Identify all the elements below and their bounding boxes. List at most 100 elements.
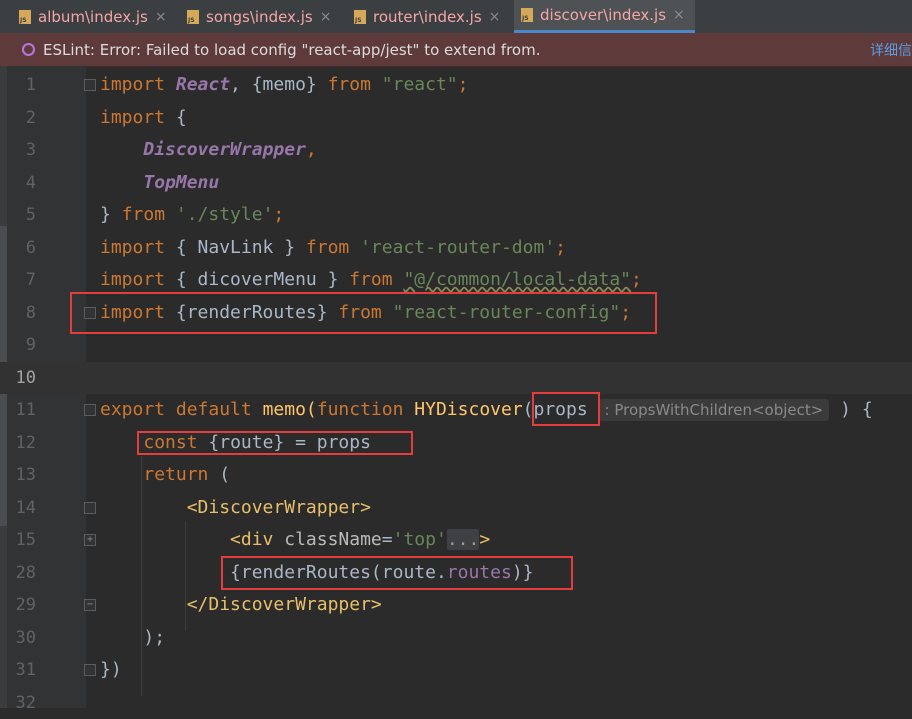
keyword: from bbox=[122, 204, 176, 225]
line-number: 30 bbox=[0, 622, 36, 655]
highlight-box-import-renderroutes bbox=[70, 292, 657, 334]
indent bbox=[100, 594, 187, 615]
tab-label: router\index.js bbox=[373, 8, 482, 26]
code-token: } bbox=[100, 204, 122, 225]
function-name: HYDiscover bbox=[414, 399, 522, 420]
code-line-10: 10 bbox=[0, 362, 912, 395]
code-line-30: 30 ); bbox=[0, 622, 912, 655]
line-number: 2 bbox=[0, 102, 36, 135]
expand-icon[interactable]: + bbox=[84, 534, 96, 546]
line-number: 3 bbox=[0, 134, 36, 167]
line-number: 10 bbox=[0, 362, 36, 395]
js-file-icon bbox=[521, 8, 533, 22]
code-text: } from './style'; bbox=[100, 199, 284, 232]
line-number: 5 bbox=[0, 199, 36, 232]
code-line-29: 29 </DiscoverWrapper> bbox=[0, 589, 912, 622]
code-text: ); bbox=[100, 622, 165, 655]
code-token: ) { bbox=[829, 399, 872, 420]
jsx-tag: <div bbox=[230, 529, 284, 550]
highlight-box-props-param bbox=[532, 392, 600, 426]
semicolon: ; bbox=[555, 237, 566, 258]
jsx-tag: > bbox=[479, 529, 490, 550]
keyword: from bbox=[306, 237, 360, 258]
tab-label: discover\index.js bbox=[540, 6, 666, 24]
string-literal: "@/common/local-data" bbox=[403, 269, 631, 290]
string-literal: 'react-router-dom' bbox=[360, 237, 555, 258]
keyword: return bbox=[143, 464, 219, 485]
tab-label: album\index.js bbox=[38, 8, 148, 26]
highlight-box-const-route bbox=[137, 431, 413, 455]
code-text: import { bbox=[100, 102, 187, 135]
fold-marker-icon[interactable]: − bbox=[84, 599, 96, 611]
collapsed-region[interactable]: ... bbox=[447, 529, 480, 550]
keyword: import bbox=[100, 74, 176, 95]
js-file-icon bbox=[354, 10, 366, 24]
code-text: <DiscoverWrapper> bbox=[100, 492, 371, 525]
identifier: React bbox=[176, 74, 230, 95]
keyword: import bbox=[100, 107, 176, 128]
parameter-type-hint: : PropsWithChildren<object> bbox=[599, 399, 830, 421]
code-token: }) bbox=[100, 659, 122, 680]
code-line-1: 1 import React, {memo} from "react"; bbox=[0, 69, 912, 102]
line-number: 8 bbox=[0, 297, 36, 330]
tab-album-index[interactable]: album\index.js × bbox=[12, 0, 167, 33]
keyword: from bbox=[349, 269, 403, 290]
code-token: { bbox=[176, 107, 187, 128]
code-token: ( bbox=[219, 464, 230, 485]
keyword: function bbox=[317, 399, 415, 420]
code-line-14: 14 <DiscoverWrapper> bbox=[0, 492, 912, 525]
eslint-icon bbox=[22, 43, 35, 56]
line-number: 6 bbox=[0, 232, 36, 265]
code-token: ); bbox=[143, 627, 165, 648]
close-icon[interactable]: × bbox=[155, 9, 167, 25]
details-link[interactable]: 详细信 bbox=[870, 40, 912, 60]
line-number: 9 bbox=[0, 329, 36, 362]
semicolon: ; bbox=[631, 269, 642, 290]
close-icon[interactable]: × bbox=[489, 9, 501, 25]
code-editor[interactable]: 1 import React, {memo} from "react"; 2 i… bbox=[0, 66, 912, 708]
semicolon: ; bbox=[273, 204, 284, 225]
fold-marker-icon[interactable] bbox=[84, 79, 96, 91]
close-icon[interactable]: × bbox=[320, 9, 332, 25]
indent bbox=[100, 627, 143, 648]
code-token: = bbox=[382, 529, 393, 550]
close-icon[interactable]: × bbox=[673, 7, 685, 23]
code-text: import React, {memo} from "react"; bbox=[100, 69, 468, 102]
tab-songs-index[interactable]: songs\index.js × bbox=[180, 0, 331, 33]
tab-discover-index[interactable]: discover\index.js × bbox=[514, 0, 695, 33]
code-token: { dicoverMenu } bbox=[176, 269, 349, 290]
jsx-tag: </DiscoverWrapper> bbox=[187, 594, 382, 615]
code-line-2: 2 import { bbox=[0, 102, 912, 135]
line-number: 15 bbox=[0, 524, 36, 557]
code-line-11: 11 export default memo(function HYDiscov… bbox=[0, 394, 912, 427]
indent bbox=[100, 562, 230, 583]
fold-marker-icon[interactable] bbox=[84, 664, 96, 676]
line-number: 14 bbox=[0, 492, 36, 525]
code-line-4: 4 TopMenu bbox=[0, 167, 912, 200]
comma: , bbox=[306, 139, 317, 160]
code-token: , {memo} bbox=[230, 74, 328, 95]
fold-marker-icon[interactable] bbox=[84, 502, 96, 514]
tab-label: songs\index.js bbox=[206, 8, 313, 26]
line-number: 1 bbox=[0, 69, 36, 102]
indent bbox=[100, 497, 187, 518]
code-text: export default memo(function HYDiscover(… bbox=[100, 394, 873, 427]
line-number: 11 bbox=[0, 394, 36, 427]
jsx-tag: <DiscoverWrapper> bbox=[187, 497, 371, 518]
code-line-31: 31 }) bbox=[0, 654, 912, 687]
semicolon: ; bbox=[458, 74, 469, 95]
fold-marker-icon[interactable] bbox=[84, 404, 96, 416]
code-line-3: 3 DiscoverWrapper, bbox=[0, 134, 912, 167]
line-number: 31 bbox=[0, 654, 36, 687]
keyword: export default bbox=[100, 399, 263, 420]
identifier: DiscoverWrapper bbox=[143, 139, 306, 160]
tab-router-index[interactable]: router\index.js × bbox=[347, 0, 500, 33]
code-line-5: 5 } from './style'; bbox=[0, 199, 912, 232]
jsx-attribute: className bbox=[284, 529, 382, 550]
eslint-error-message: ESLint: Error: Failed to load config "re… bbox=[43, 41, 540, 59]
code-text: DiscoverWrapper, bbox=[100, 134, 317, 167]
code-token: { NavLink } bbox=[176, 237, 306, 258]
code-text: <div className='top'...> bbox=[100, 524, 490, 557]
js-file-icon bbox=[187, 10, 199, 24]
keyword: from bbox=[328, 74, 382, 95]
